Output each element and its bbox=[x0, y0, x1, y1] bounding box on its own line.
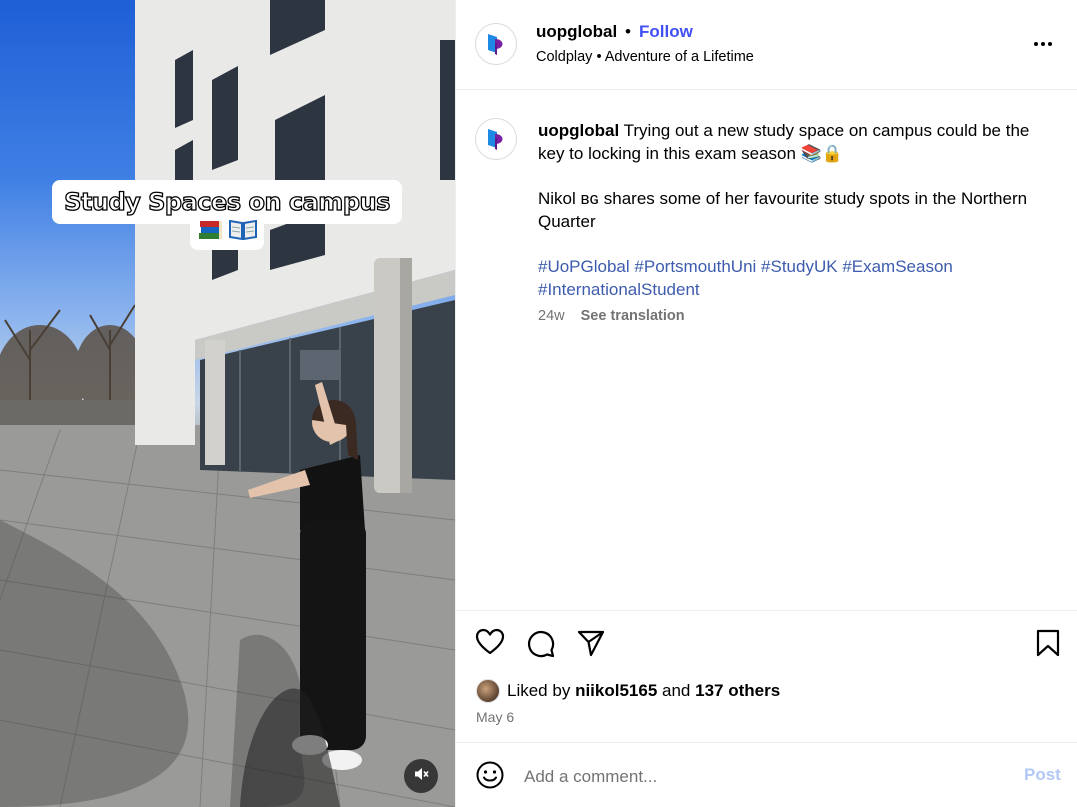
post-comment-button[interactable]: Post bbox=[1024, 765, 1061, 785]
caption-username[interactable]: uopglobal bbox=[538, 121, 619, 140]
see-translation-button[interactable]: See translation bbox=[581, 308, 685, 324]
hashtag-link[interactable]: #PortsmouthUni bbox=[634, 257, 756, 276]
uop-logo-icon bbox=[488, 129, 503, 150]
post-details-panel: uopglobal • Follow Coldplay • Adventure … bbox=[455, 0, 1077, 807]
caption-text-line2: Nikol ʙɢ shares some of her favourite st… bbox=[538, 189, 1028, 231]
post-header: uopglobal • Follow Coldplay • Adventure … bbox=[456, 0, 1077, 90]
hashtag-link[interactable]: #ExamSeason bbox=[842, 257, 953, 276]
likes-summary: Liked by niikol5165 and 137 others bbox=[476, 678, 780, 704]
liker-username[interactable]: niikol5165 bbox=[575, 681, 657, 701]
post-date[interactable]: May 6 bbox=[476, 709, 514, 725]
likes-prefix: Liked by bbox=[507, 681, 571, 700]
likes-others-link[interactable]: 137 others bbox=[695, 681, 780, 701]
likes-and: and bbox=[662, 681, 691, 700]
speaker-muted-icon bbox=[413, 766, 429, 787]
caption-paragraph-1: uopglobal Trying out a new study space o… bbox=[538, 119, 1058, 165]
smiley-icon[interactable] bbox=[475, 760, 505, 795]
liker-avatar[interactable] bbox=[476, 679, 500, 703]
open-book-emoji-icon bbox=[228, 217, 258, 246]
uop-logo-icon bbox=[488, 34, 503, 55]
comment-input[interactable] bbox=[524, 764, 984, 790]
post-author-username[interactable]: uopglobal bbox=[536, 22, 617, 42]
heart-icon[interactable] bbox=[475, 628, 505, 661]
share-icon[interactable] bbox=[576, 628, 606, 663]
account-avatar[interactable] bbox=[475, 23, 517, 65]
divider bbox=[456, 610, 1077, 611]
caption-meta: 24w See translation bbox=[538, 308, 685, 324]
hashtag-link[interactable]: #InternationalStudent bbox=[538, 280, 700, 299]
hashtag-link[interactable]: #UoPGlobal bbox=[538, 257, 630, 276]
mute-toggle-button[interactable] bbox=[404, 759, 438, 793]
follow-button[interactable]: Follow bbox=[639, 22, 693, 42]
post-media-video[interactable]: Study Spaces on campus bbox=[0, 0, 455, 807]
more-options-icon[interactable] bbox=[1030, 34, 1056, 54]
divider bbox=[456, 742, 1077, 743]
books-emoji-icon bbox=[197, 217, 225, 246]
video-emoji-overlay bbox=[190, 212, 264, 250]
caption-hashtags: #UoPGlobal #PortsmouthUni #StudyUK #Exam… bbox=[538, 255, 1058, 301]
header-separator: • bbox=[625, 22, 631, 41]
comment-icon[interactable] bbox=[525, 628, 555, 663]
post-age: 24w bbox=[538, 308, 565, 324]
audio-track-link[interactable]: Coldplay • Adventure of a Lifetime bbox=[536, 49, 754, 65]
post-caption: uopglobal Trying out a new study space o… bbox=[538, 119, 1058, 301]
caption-author-avatar[interactable] bbox=[475, 118, 517, 160]
bookmark-icon[interactable] bbox=[1035, 628, 1061, 663]
video-frame-scene bbox=[0, 0, 455, 807]
hashtag-link[interactable]: #StudyUK bbox=[761, 257, 838, 276]
